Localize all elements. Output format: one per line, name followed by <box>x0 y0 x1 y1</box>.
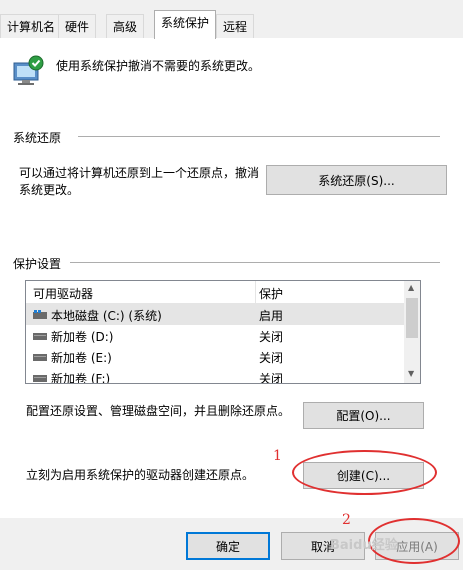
system-protection-panel <box>0 38 463 518</box>
drive-name: 新加卷 (F:) <box>51 372 111 384</box>
watermark-logo: Baidu经验 <box>330 538 398 553</box>
tab-computer-name[interactable]: 计算机名 <box>0 14 63 38</box>
column-separator <box>255 281 256 303</box>
drive-icon <box>33 354 47 361</box>
drive-protection-status: 启用 <box>259 309 284 323</box>
drive-row-e[interactable]: 新加卷 (E:) 关闭 <box>26 346 404 367</box>
group-divider <box>70 262 440 263</box>
scroll-up-icon[interactable]: ▲ <box>408 283 414 292</box>
configure-button[interactable]: 配置(O)... <box>303 402 424 429</box>
tab-advanced[interactable]: 高级 <box>106 14 145 38</box>
list-scrollbar[interactable]: ▲ ▼ <box>404 281 420 383</box>
system-drive-icon <box>33 310 47 319</box>
drive-row-c[interactable]: 本地磁盘 (C:) (系统) 启用 <box>26 304 404 325</box>
drive-row-d[interactable]: 新加卷 (D:) 关闭 <box>26 325 404 346</box>
ok-button[interactable]: 确定 <box>186 532 270 560</box>
annotation-circle-create <box>292 450 437 495</box>
column-header-drives[interactable]: 可用驱动器 <box>33 285 93 302</box>
tab-bar: 计算机名 硬件 高级 系统保护 远程 <box>0 0 463 39</box>
configure-description: 配置还原设置、管理磁盘空间，并且删除还原点。 <box>26 404 291 418</box>
system-protection-shield-icon <box>13 55 44 85</box>
system-restore-group-title: 系统还原 <box>13 131 62 145</box>
page-description: 使用系统保护撤消不需要的系统更改。 <box>56 59 261 73</box>
drive-name: 本地磁盘 (C:) (系统) <box>51 309 162 323</box>
system-restore-button[interactable]: 系统还原(S)... <box>266 165 447 195</box>
drive-icon <box>33 375 47 382</box>
column-header-protection[interactable]: 保护 <box>259 285 283 302</box>
system-restore-description: 可以通过将计算机还原到上一个还原点，撤消系统更改。 <box>19 166 260 197</box>
protection-settings-group-title: 保护设置 <box>13 257 62 271</box>
drive-icon <box>33 333 47 340</box>
annotation-number-1: 1 <box>273 448 282 464</box>
drive-protection-status: 关闭 <box>259 372 284 384</box>
drive-name: 新加卷 (E:) <box>51 351 112 365</box>
scroll-down-icon[interactable]: ▼ <box>408 369 414 378</box>
drive-name: 新加卷 (D:) <box>51 330 114 344</box>
scroll-thumb[interactable] <box>406 298 418 338</box>
group-divider <box>78 136 440 137</box>
tab-hardware[interactable]: 硬件 <box>58 14 97 38</box>
drive-protection-status: 关闭 <box>259 330 284 344</box>
drive-protection-status: 关闭 <box>259 351 284 365</box>
create-description: 立刻为启用系统保护的驱动器创建还原点。 <box>26 468 255 482</box>
drives-list[interactable]: 可用驱动器 保护 本地磁盘 (C:) (系统) 启用 新加卷 (D:) 关闭 新… <box>25 280 421 384</box>
annotation-number-2: 2 <box>342 512 351 528</box>
list-header: 可用驱动器 保护 <box>26 281 404 304</box>
tab-remote[interactable]: 远程 <box>216 14 255 38</box>
tab-system-protection[interactable]: 系统保护 <box>154 10 217 39</box>
drive-row-f[interactable]: 新加卷 (F:) 关闭 <box>26 367 404 384</box>
